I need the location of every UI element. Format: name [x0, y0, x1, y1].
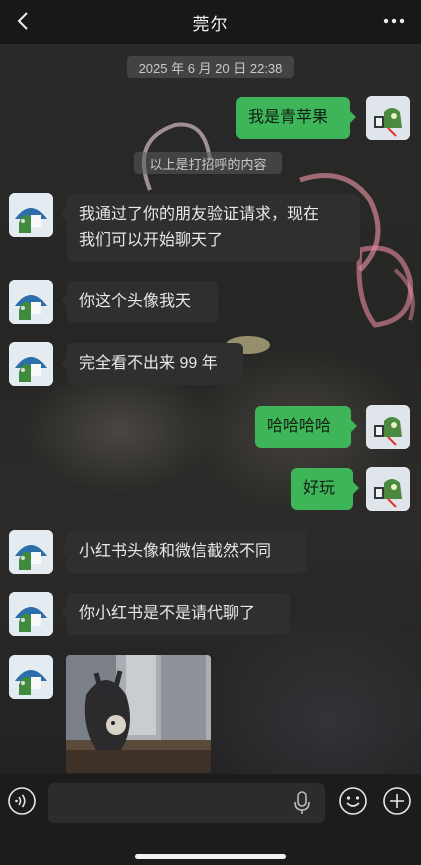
- more-options-button[interactable]: [379, 6, 409, 36]
- outgoing-message[interactable]: 哈哈哈哈: [255, 406, 357, 448]
- outgoing-message[interactable]: 好玩: [291, 468, 359, 510]
- message-text-line2: 我们可以开始聊天了: [79, 232, 224, 249]
- top-bar: 莞尔: [0, 0, 421, 44]
- image-message[interactable]: [66, 655, 211, 773]
- microphone-icon[interactable]: [292, 790, 312, 816]
- incoming-message[interactable]: 小红书头像和微信截然不同: [61, 531, 307, 573]
- chat-title: 莞尔: [192, 14, 229, 34]
- message-text-line1: 我通过了你的朋友验证请求，现在: [79, 206, 320, 223]
- incoming-message[interactable]: 完全看不出来 99 年: [61, 343, 243, 385]
- message-text: 你小红书是不是请代聊了: [79, 605, 256, 622]
- message-input[interactable]: [48, 783, 325, 823]
- contact-avatar[interactable]: [9, 655, 53, 699]
- voice-mode-icon[interactable]: [7, 786, 37, 816]
- message-text: 我是青苹果: [248, 109, 329, 126]
- back-button[interactable]: [8, 6, 38, 36]
- chat-screen: 莞尔 2025 年 6 月 20 日 22:38 我是青苹果 以上是打招呼的内容…: [0, 0, 421, 865]
- plus-circle-icon[interactable]: [382, 786, 412, 816]
- photo-thumbnail: [66, 655, 211, 773]
- input-bar: [0, 774, 421, 865]
- incoming-message[interactable]: 你这个头像我天: [61, 281, 218, 323]
- my-avatar[interactable]: [366, 467, 410, 511]
- contact-avatar[interactable]: [9, 280, 53, 324]
- home-indicator: [135, 854, 286, 859]
- contact-avatar[interactable]: [9, 592, 53, 636]
- emoji-icon[interactable]: [338, 786, 368, 816]
- contact-avatar[interactable]: [9, 193, 53, 237]
- message-text: 你这个头像我天: [79, 293, 192, 310]
- incoming-message[interactable]: 我通过了你的朋友验证请求，现在 我们可以开始聊天了: [61, 194, 360, 262]
- ellipsis-icon: [383, 18, 405, 24]
- contact-avatar[interactable]: [9, 342, 53, 386]
- message-text: 完全看不出来 99 年: [79, 355, 218, 372]
- chevron-left-icon: [17, 12, 28, 30]
- outgoing-message[interactable]: 我是青苹果: [236, 97, 356, 139]
- timestamp-chip: 2025 年 6 月 20 日 22:38: [127, 56, 294, 78]
- my-avatar[interactable]: [366, 96, 410, 140]
- message-text: 哈哈哈哈: [267, 418, 332, 435]
- incoming-message[interactable]: 你小红书是不是请代聊了: [61, 593, 290, 635]
- message-text: 好玩: [303, 480, 336, 497]
- contact-avatar[interactable]: [9, 530, 53, 574]
- message-text: 小红书头像和微信截然不同: [79, 543, 272, 560]
- system-notice: 以上是打招呼的内容: [134, 152, 282, 174]
- my-avatar[interactable]: [366, 405, 410, 449]
